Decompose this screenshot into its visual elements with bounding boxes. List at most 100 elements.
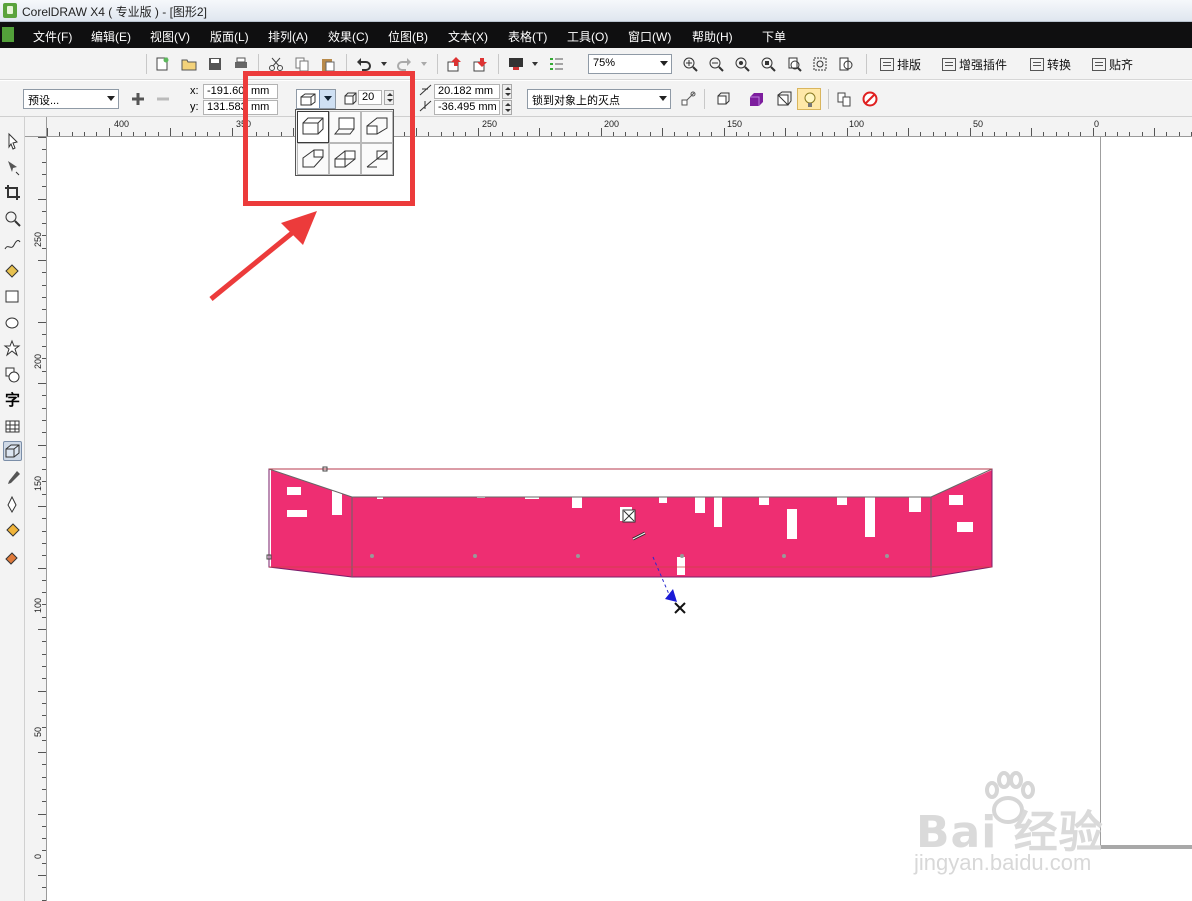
- print-icon[interactable]: [233, 56, 249, 72]
- v-ruler-tick: [42, 887, 46, 889]
- layout-button[interactable]: 排版: [880, 56, 921, 73]
- v-ruler-tick: [42, 333, 46, 335]
- pick-tool-icon[interactable]: [3, 131, 22, 151]
- menu-tools[interactable]: 工具(O): [567, 28, 608, 45]
- redo-dropdown-icon[interactable]: [420, 60, 428, 68]
- menu-file[interactable]: 文件(F): [33, 28, 72, 45]
- zoom-page-icon[interactable]: [786, 56, 802, 72]
- application-launcher-icon[interactable]: [508, 56, 524, 72]
- cut-icon[interactable]: [268, 56, 284, 72]
- add-preset-icon[interactable]: [130, 91, 146, 107]
- vanishing-point-lock-select[interactable]: 锁到对象上的灭点: [527, 89, 671, 109]
- menu-order[interactable]: 下单: [762, 28, 786, 45]
- menu-layout[interactable]: 版面(L): [210, 28, 249, 45]
- menu-window[interactable]: 窗口(W): [628, 28, 671, 45]
- menu-help[interactable]: 帮助(H): [692, 28, 733, 45]
- outline-pen-tool-icon[interactable]: [3, 495, 22, 515]
- vanishing-point-relative-icon[interactable]: [680, 91, 696, 107]
- rectangle-tool-icon[interactable]: [3, 287, 22, 307]
- eyedropper-tool-icon[interactable]: [3, 469, 22, 489]
- vanishing-point-arrow-icon[interactable]: [665, 589, 677, 602]
- standard-toolbar: 75% 排版 增强插件 转换 贴齐: [0, 48, 1192, 80]
- menu-text[interactable]: 文本(X): [448, 28, 488, 45]
- menu-bitmaps[interactable]: 位图(B): [388, 28, 428, 45]
- export-icon[interactable]: [472, 56, 488, 72]
- import-icon[interactable]: [446, 56, 462, 72]
- extrusion-type-back-parallel[interactable]: [329, 143, 361, 175]
- h-ruler-tick: [735, 132, 737, 136]
- crop-tool-icon[interactable]: [3, 183, 22, 203]
- polygon-tool-icon[interactable]: [3, 339, 22, 359]
- save-icon[interactable]: [207, 56, 223, 72]
- v-ruler-tick: [42, 210, 46, 212]
- preset-select[interactable]: 预设...: [23, 89, 119, 109]
- ruler-origin-corner[interactable]: [25, 117, 47, 137]
- extrusion-color-icon[interactable]: [748, 91, 764, 107]
- vp-x-spinner[interactable]: [502, 84, 512, 99]
- table-tool-icon[interactable]: [3, 417, 22, 437]
- convert-button[interactable]: 转换: [1030, 56, 1071, 73]
- menu-effects[interactable]: 效果(C): [328, 28, 369, 45]
- zoom-out-icon[interactable]: [708, 56, 724, 72]
- vp-y-spinner[interactable]: [502, 100, 512, 115]
- zoom-level-select[interactable]: 75%: [588, 54, 672, 74]
- vanishing-point-y-field[interactable]: -36.495 mm: [434, 100, 500, 115]
- extrusion-type-small-front[interactable]: [329, 111, 361, 143]
- clear-extrusion-icon[interactable]: [862, 91, 878, 107]
- extrusion-bevel-icon[interactable]: [776, 91, 792, 107]
- extrusion-type-big-front[interactable]: [297, 143, 329, 175]
- enhanced-plugins-button[interactable]: 增强插件: [942, 56, 1007, 73]
- interactive-fill-tool-icon[interactable]: [3, 547, 22, 567]
- snap-button[interactable]: 贴齐: [1092, 56, 1133, 73]
- remove-preset-icon[interactable]: [155, 91, 171, 107]
- h-ruler-label: 200: [604, 119, 620, 129]
- h-ruler-tick: [502, 132, 504, 136]
- undo-icon[interactable]: [356, 56, 372, 72]
- paste-icon[interactable]: [320, 56, 336, 72]
- extrusion-rotation-icon[interactable]: [715, 91, 731, 107]
- ellipse-tool-icon[interactable]: [3, 313, 22, 333]
- copy-icon[interactable]: [294, 56, 310, 72]
- zoom-selected-icon[interactable]: [734, 56, 750, 72]
- h-ruler-tick: [59, 132, 61, 136]
- shape-tool-icon[interactable]: [3, 157, 22, 177]
- redo-icon[interactable]: [396, 56, 412, 72]
- v-ruler-label: 100: [33, 597, 43, 613]
- menu-edit[interactable]: 编辑(E): [91, 28, 131, 45]
- v-ruler-tick: [42, 801, 46, 803]
- extrusion-center-handle[interactable]: [622, 509, 636, 523]
- v-ruler-tick: [42, 309, 46, 311]
- new-document-icon[interactable]: [154, 56, 170, 72]
- h-ruler-tick: [760, 132, 762, 136]
- freehand-tool-icon[interactable]: [3, 235, 22, 255]
- menu-arrange[interactable]: 排列(A): [268, 28, 308, 45]
- h-ruler-tick: [612, 132, 614, 136]
- smart-fill-tool-icon[interactable]: [3, 261, 22, 281]
- zoom-in-icon[interactable]: [682, 56, 698, 72]
- vanishing-point-x-field[interactable]: 20.182 mm: [434, 84, 500, 99]
- welcome-screen-icon[interactable]: [548, 56, 564, 72]
- h-ruler-tick: [1178, 132, 1180, 136]
- zoom-tool-icon[interactable]: [3, 209, 22, 229]
- menu-view[interactable]: 视图(V): [150, 28, 190, 45]
- launcher-dropdown-icon[interactable]: [531, 60, 539, 68]
- extrusion-type-big-back[interactable]: [361, 111, 393, 143]
- undo-dropdown-icon[interactable]: [380, 60, 388, 68]
- zoom-page-width-icon[interactable]: [812, 56, 828, 72]
- extrusion-lighting-button[interactable]: [797, 88, 821, 110]
- text-tool-icon[interactable]: 字: [3, 389, 22, 409]
- open-folder-icon[interactable]: [181, 56, 197, 72]
- fill-tool-icon[interactable]: [3, 521, 22, 541]
- zoom-all-objects-icon[interactable]: [760, 56, 776, 72]
- vanishing-point-x-marker-icon[interactable]: [674, 602, 686, 614]
- h-ruler-tick: [698, 132, 700, 136]
- zoom-page-height-icon[interactable]: [838, 56, 854, 72]
- copy-extrusion-icon[interactable]: [836, 91, 852, 107]
- menu-table[interactable]: 表格(T): [508, 28, 547, 45]
- extrude-tool-button[interactable]: [3, 441, 22, 461]
- document-icon: [2, 27, 14, 42]
- extrusion-type-small-back[interactable]: [297, 111, 329, 143]
- basic-shapes-tool-icon[interactable]: [3, 365, 22, 385]
- v-ruler-tick: [42, 579, 46, 581]
- extrusion-type-front-parallel[interactable]: [361, 143, 393, 175]
